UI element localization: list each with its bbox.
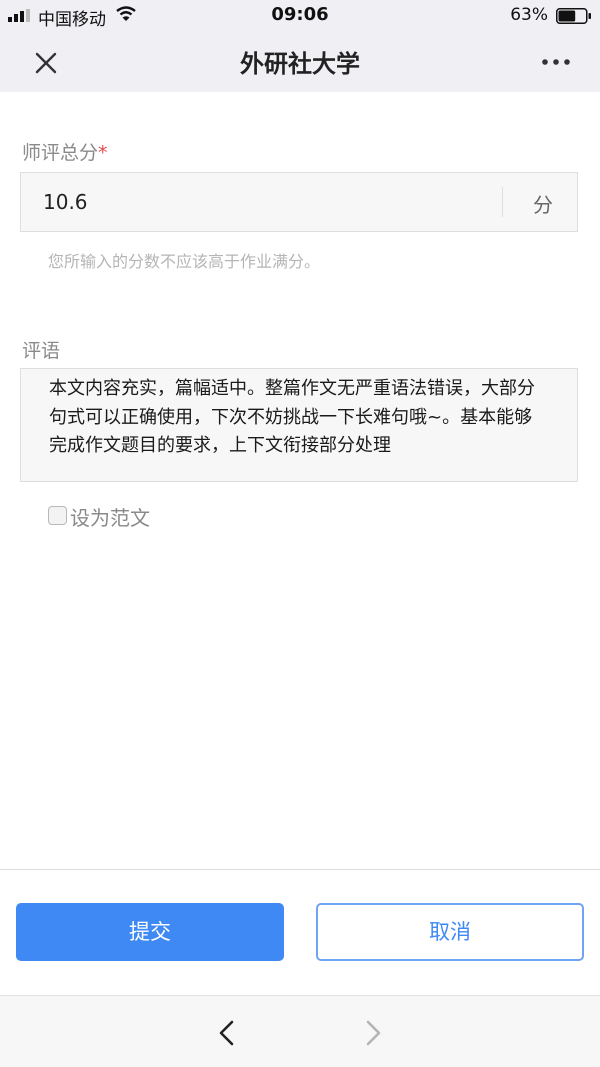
set-example-checkbox[interactable] — [48, 506, 67, 525]
battery-percent: 63% — [510, 5, 548, 25]
bottom-toolbar — [0, 995, 600, 1067]
required-mark: * — [98, 142, 108, 164]
forward-chevron-icon[interactable] — [360, 1018, 386, 1048]
set-example-label: 设为范文 — [70, 506, 150, 530]
nav-bar: 外研社大学 — [0, 30, 600, 92]
comment-textarea[interactable]: 本文内容充实，篇幅适中。整篇作文无严重语法错误，大部分句式可以正确使用，下次不妨… — [20, 368, 578, 482]
battery-icon — [556, 8, 591, 24]
score-label-text: 师评总分 — [22, 142, 99, 164]
score-unit: 分 — [533, 193, 553, 217]
score-divider — [502, 187, 503, 217]
submit-button[interactable]: 提交 — [16, 903, 284, 961]
score-field: 分 — [20, 172, 578, 232]
page-title: 外研社大学 — [240, 50, 360, 78]
score-input[interactable] — [21, 173, 501, 231]
status-bar: 中国移动 09:06 63% — [0, 0, 600, 30]
actions-divider — [0, 869, 600, 870]
comment-label: 评语 — [22, 340, 61, 362]
back-chevron-icon[interactable] — [214, 1018, 240, 1048]
more-icon[interactable] — [540, 52, 572, 72]
cancel-button[interactable]: 取消 — [316, 903, 584, 961]
score-hint: 您所输入的分数不应该高于作业满分。 — [48, 252, 321, 271]
score-label: 师评总分* — [22, 138, 108, 165]
